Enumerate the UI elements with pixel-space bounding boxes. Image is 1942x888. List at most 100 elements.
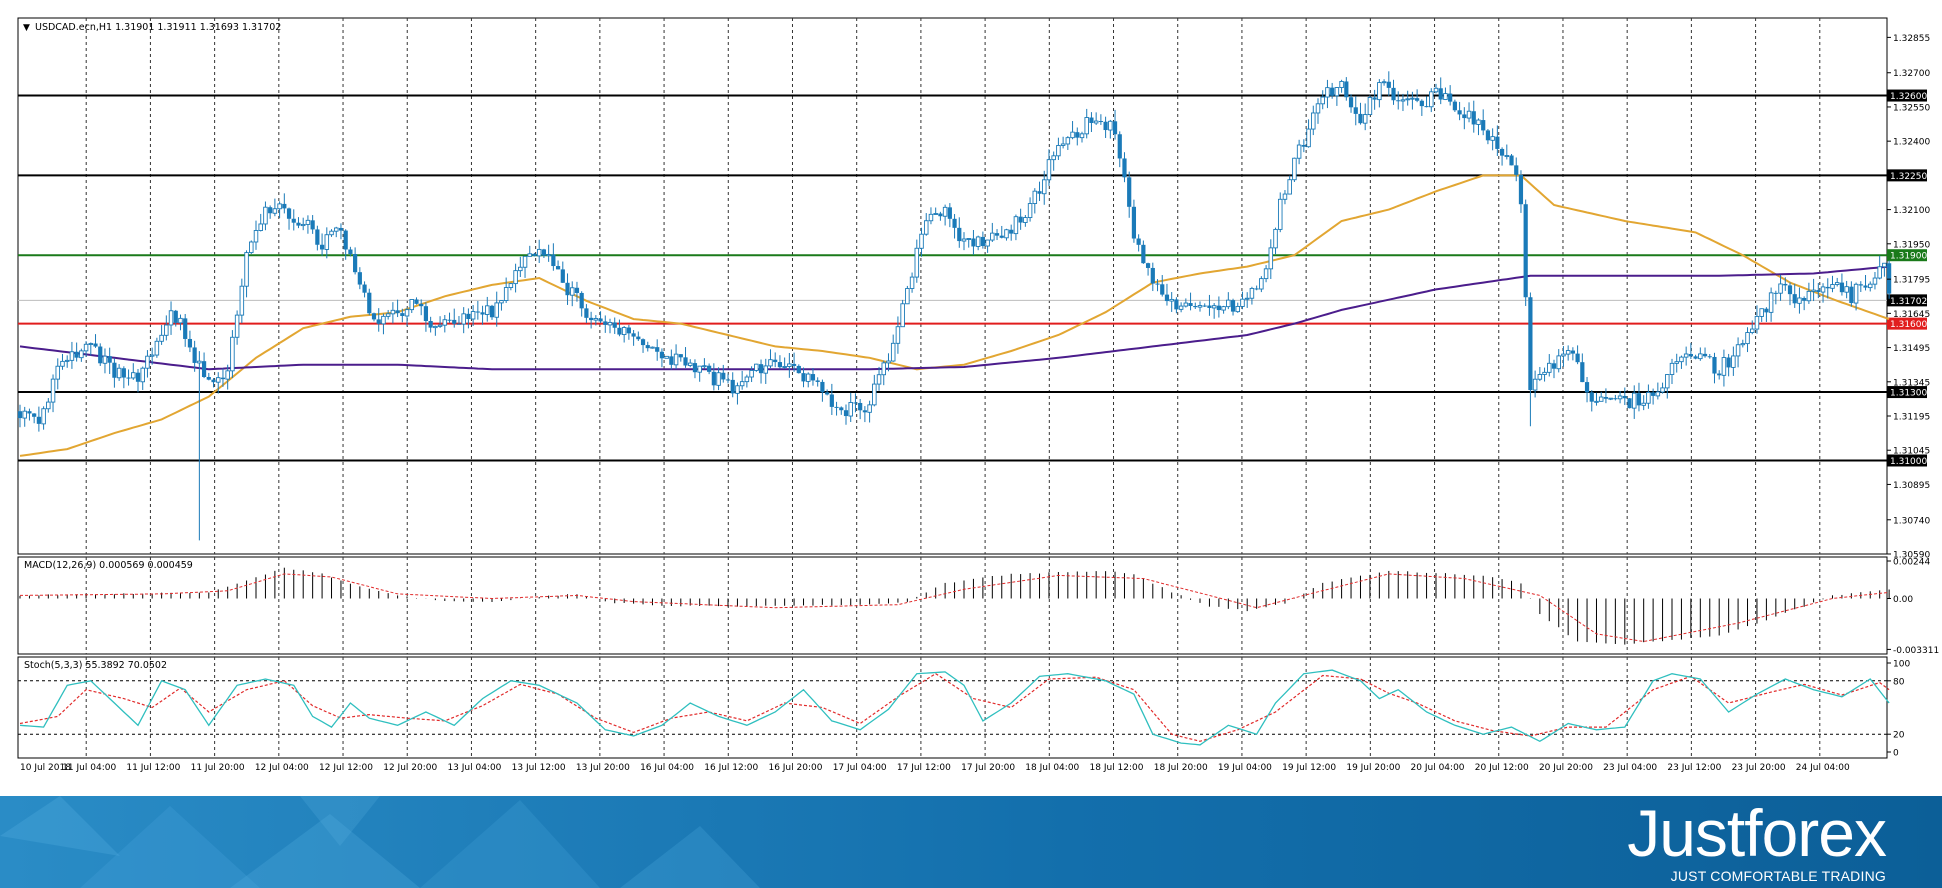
candle-body-up	[64, 359, 70, 362]
candle-body-down	[1448, 93, 1453, 102]
candle-body-down	[220, 377, 226, 380]
candle-body-up	[933, 213, 938, 215]
candle-body-up	[886, 360, 891, 364]
candle-body-down	[1580, 362, 1585, 383]
time-tick-label: 23 Jul 04:00	[1603, 763, 1657, 773]
candle-body-up	[905, 288, 910, 305]
candle-body-down	[669, 356, 674, 365]
candle-body-down	[952, 218, 957, 228]
candle-body-up	[1698, 353, 1703, 360]
candle-body-down	[489, 305, 495, 318]
candle-body-down	[678, 354, 683, 358]
price-level-label: 1.32600	[1890, 92, 1927, 102]
candle-body-down	[1127, 177, 1132, 207]
time-axis: 10 Jul 201811 Jul 04:00 11 Jul 12:00 11 Ju…	[20, 763, 1850, 773]
candle-body-down	[357, 272, 362, 285]
candle-body-up	[1287, 179, 1292, 195]
candle-body-up	[249, 241, 254, 254]
trading-chart[interactable]: 1.32600 1.32250 1.31900 1.31600 1.31300 1.310…	[0, 0, 1942, 796]
candle-body-down	[994, 233, 1000, 236]
candle-body-down	[1160, 284, 1165, 295]
price-tick-label: 1.30590	[1893, 551, 1930, 561]
candle-body-down	[1726, 357, 1731, 368]
candle-body-down	[579, 292, 584, 309]
price-tick-label: 1.32550	[1893, 103, 1930, 113]
main-pane-frame	[17, 17, 1888, 555]
candle-body-up	[1537, 374, 1543, 380]
time-tick-label: 17 Jul 20:00	[961, 763, 1015, 773]
candle-body-down	[1424, 106, 1429, 108]
candle-body-down	[810, 374, 816, 381]
candle-body-down	[187, 338, 193, 348]
candle-body-up	[1277, 198, 1283, 230]
stoch-tick-label: 80	[1893, 677, 1905, 687]
candle-body-up	[1731, 355, 1736, 368]
candle-body-down	[1415, 98, 1420, 101]
candle-body-down	[1528, 297, 1533, 391]
candle-body-up	[1877, 266, 1882, 279]
candle-body-up	[1315, 103, 1321, 114]
time-tick-label: 16 Jul 20:00	[768, 763, 822, 773]
candle-body-up	[503, 287, 509, 301]
price-tick-label: 1.30740	[1893, 516, 1930, 526]
macd-pane-frame	[17, 556, 1888, 655]
candle-body-up	[131, 372, 136, 379]
candle-body-down	[1802, 297, 1807, 301]
candle-body-up	[881, 362, 887, 376]
candle-body-up	[1660, 387, 1665, 393]
time-tick-label: 23 Jul 12:00	[1667, 763, 1721, 773]
candle-body-down	[532, 253, 537, 256]
symbol-menu-icon[interactable]: ▼	[23, 23, 30, 33]
candle-body-up	[1093, 120, 1099, 124]
candle-body-down	[362, 284, 367, 293]
candle-body-up	[1797, 297, 1802, 304]
candle-body-up	[197, 360, 202, 364]
candle-body-up	[923, 220, 929, 235]
candle-body-down	[367, 292, 372, 314]
candle-body-up	[88, 343, 94, 345]
candle-body-up	[409, 299, 415, 311]
candle-body-down	[1207, 305, 1212, 308]
candle-body-down	[645, 345, 650, 349]
price-level-label: 1.31900	[1890, 252, 1927, 262]
candle-body-down	[414, 299, 419, 304]
candle-body-down	[721, 372, 726, 380]
candle-body-down	[612, 322, 617, 328]
candle-body-down	[1863, 285, 1868, 288]
candle-body-down	[1117, 134, 1122, 159]
candle-body-down	[1202, 305, 1207, 307]
candle-body-up	[702, 365, 707, 368]
candle-body-up	[300, 223, 306, 227]
candle-body-down	[17, 411, 23, 419]
price-tick-label: 1.31195	[1893, 413, 1930, 423]
candle-body-up	[1665, 374, 1670, 389]
candle-body-up	[390, 309, 396, 315]
time-tick-label: 13 Jul 04:00	[447, 763, 501, 773]
candle-body-up	[1400, 99, 1406, 102]
candle-body-down	[777, 362, 783, 368]
candle-body-up	[215, 377, 221, 383]
candle-body-down	[480, 312, 485, 315]
candle-body-up	[433, 325, 438, 329]
candle-body-down	[598, 318, 603, 322]
candle-body-down	[395, 310, 400, 314]
candle-body-down	[938, 213, 943, 217]
candle-body-down	[1717, 373, 1722, 376]
candle-body-down	[1783, 283, 1788, 286]
candle-body-up	[975, 236, 981, 247]
candle-body-down	[74, 351, 79, 358]
candle-body-up	[867, 404, 872, 413]
candle-body-up	[46, 401, 51, 410]
candle-body-down	[1570, 350, 1575, 354]
candle-body-up	[518, 266, 523, 272]
candle-body-down	[419, 303, 424, 307]
candle-body-up	[1178, 305, 1184, 310]
candle-body-down	[1150, 267, 1155, 284]
candle-body-down	[1419, 100, 1424, 107]
candle-body-up	[1674, 361, 1679, 364]
candle-body-up	[900, 303, 905, 328]
candle-body-down	[93, 343, 98, 347]
candle-body-down	[1514, 165, 1519, 175]
candle-body-up	[253, 230, 259, 243]
candle-body-up	[508, 283, 514, 288]
